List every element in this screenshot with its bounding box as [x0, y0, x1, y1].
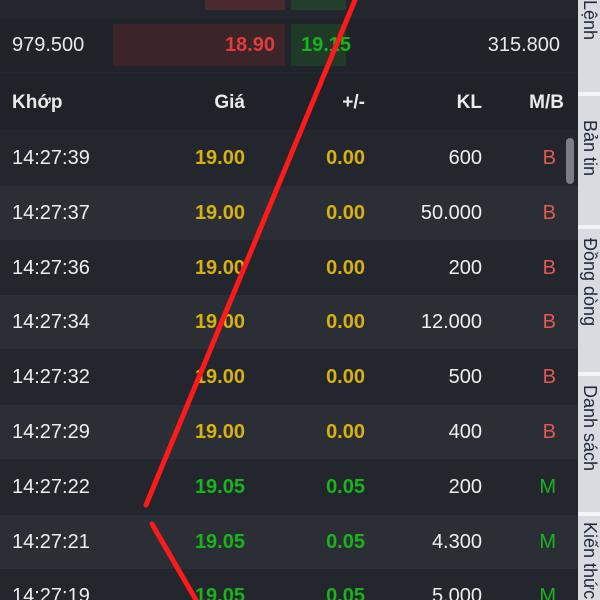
- trade-row[interactable]: 14:27:19 19.05 0.05 5.000 M: [0, 569, 578, 600]
- ask-highlight: [291, 0, 346, 10]
- trade-price: 19.00: [194, 202, 245, 224]
- header-change[interactable]: +/-: [342, 92, 365, 114]
- trade-volume: 12.000: [420, 311, 482, 333]
- side-tab-news[interactable]: Bản tin: [579, 120, 600, 176]
- side-tab-divider: [578, 372, 600, 376]
- trade-row[interactable]: 14:27:39 19.00 0.00 600 B: [0, 131, 578, 185]
- trade-volume: 600: [448, 147, 482, 169]
- trade-change: 0.00: [326, 311, 365, 333]
- trade-price: 19.05: [194, 531, 245, 553]
- trade-side: M: [539, 585, 556, 600]
- best-ask-price: 19.15: [301, 34, 352, 56]
- trade-change: 0.00: [326, 366, 365, 388]
- trade-side: M: [539, 531, 556, 553]
- trade-volume: 5.000: [431, 585, 482, 600]
- side-tab-divider: [578, 92, 600, 96]
- trade-side: B: [542, 311, 556, 333]
- header-side[interactable]: M/B: [529, 92, 564, 114]
- trade-change: 0.05: [326, 585, 365, 600]
- trade-change: 0.00: [326, 257, 365, 279]
- trade-log-widget: 979.500 18.90 19.15 315.800 Khớp Giá +/-…: [0, 0, 600, 600]
- trade-row[interactable]: 14:27:32 19.00 0.00 500 B: [0, 350, 578, 404]
- trade-price: 19.05: [194, 476, 245, 498]
- trade-table-body[interactable]: 14:27:39 19.00 0.00 600 B 14:27:37 19.00 0.00 50…: [0, 131, 578, 600]
- trade-row[interactable]: 14:27:34 19.00 0.00 12.000 B: [0, 295, 578, 349]
- header-time[interactable]: Khớp: [12, 92, 62, 114]
- trade-side: B: [542, 421, 556, 443]
- trade-row[interactable]: 14:27:36 19.00 0.00 200 B: [0, 241, 578, 295]
- header-price[interactable]: Giá: [214, 92, 245, 114]
- trade-time: 14:27:32: [12, 366, 90, 388]
- scrollbar-thumb[interactable]: [566, 138, 574, 184]
- best-ask-cell[interactable]: 19.15: [291, 24, 351, 66]
- side-tab-knowledge[interactable]: Kiến thức: [579, 522, 600, 599]
- trade-side: B: [542, 147, 556, 169]
- trade-change: 0.00: [326, 421, 365, 443]
- side-tab-flow[interactable]: Đồng dòng: [579, 238, 600, 326]
- header-volume[interactable]: KL: [457, 92, 482, 114]
- trade-price: 19.00: [194, 147, 245, 169]
- side-tab-panel: Lệnh Bản tin Đồng dòng Danh sách Kiến th…: [578, 0, 600, 600]
- trade-time: 14:27:29: [12, 421, 90, 443]
- trade-time: 14:27:21: [12, 531, 90, 553]
- trade-row[interactable]: 14:27:29 19.00 0.00 400 B: [0, 405, 578, 459]
- bid-volume: 979.500: [12, 34, 85, 56]
- trade-volume: 200: [448, 257, 482, 279]
- trade-price: 19.00: [194, 366, 245, 388]
- trade-change: 0.05: [326, 531, 365, 553]
- trade-volume: 500: [448, 366, 482, 388]
- ask-volume: 315.800: [487, 34, 560, 56]
- best-bid-cell[interactable]: 18.90: [113, 24, 285, 66]
- trade-price: 19.00: [194, 311, 245, 333]
- best-price-summary-row: 979.500 18.90 19.15 315.800: [0, 18, 578, 72]
- trade-time: 14:27:34: [12, 311, 90, 333]
- trade-time: 14:27:39: [12, 147, 90, 169]
- trade-side: M: [539, 476, 556, 498]
- trade-volume: 50.000: [420, 202, 482, 224]
- side-tab-divider: [578, 225, 600, 229]
- trade-row[interactable]: 14:27:37 19.00 0.00 50.000 B: [0, 186, 578, 240]
- trade-side: B: [542, 257, 556, 279]
- trade-table-header: Khớp Giá +/- KL M/B: [0, 74, 578, 130]
- best-bid-price: 18.90: [224, 34, 275, 56]
- side-tab-orders[interactable]: Lệnh: [579, 0, 600, 40]
- trade-price: 19.00: [194, 257, 245, 279]
- trade-side: B: [542, 366, 556, 388]
- trade-volume: 400: [448, 421, 482, 443]
- trade-time: 14:27:19: [12, 585, 90, 600]
- trade-price: 19.05: [194, 585, 245, 600]
- trade-change: 0.05: [326, 476, 365, 498]
- trade-row[interactable]: 14:27:21 19.05 0.05 4.300 M: [0, 515, 578, 569]
- trade-price: 19.00: [194, 421, 245, 443]
- trade-time: 14:27:37: [12, 202, 90, 224]
- side-tab-list[interactable]: Danh sách: [579, 385, 600, 471]
- trade-time: 14:27:36: [12, 257, 90, 279]
- trade-change: 0.00: [326, 202, 365, 224]
- bid-highlight: [205, 0, 285, 10]
- trade-volume: 200: [448, 476, 482, 498]
- trade-volume: 4.300: [431, 531, 482, 553]
- side-tab-divider: [578, 512, 600, 516]
- top-order-book-row: [0, 0, 578, 14]
- trade-change: 0.00: [326, 147, 365, 169]
- trade-time: 14:27:22: [12, 476, 90, 498]
- trade-row[interactable]: 14:27:22 19.05 0.05 200 M: [0, 460, 578, 514]
- trade-side: B: [542, 202, 556, 224]
